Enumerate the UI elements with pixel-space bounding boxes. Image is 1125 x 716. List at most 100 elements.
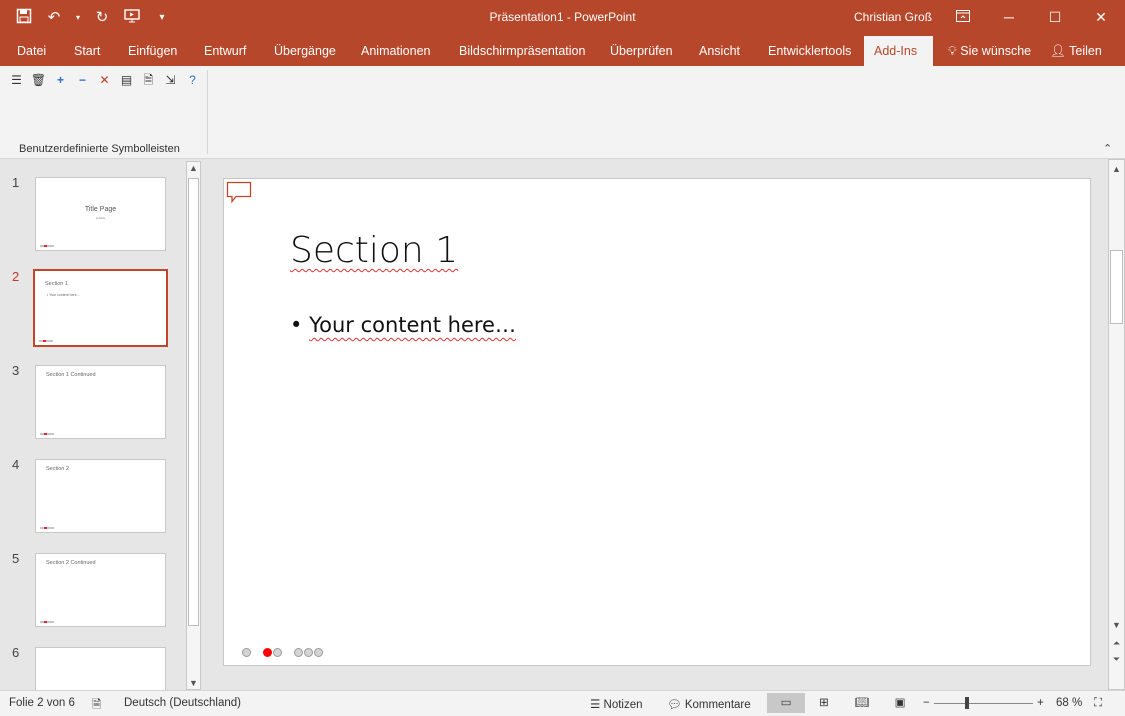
thumb-number: 1 — [12, 175, 20, 190]
tab-datei[interactable]: Datei — [7, 36, 56, 66]
spellcheck-icon[interactable]: 🗎︎ — [92, 697, 101, 716]
user-name[interactable]: Christian Groß — [854, 10, 932, 24]
toolbar-icon[interactable]: ☰ — [8, 72, 25, 89]
normal-view-icon[interactable]: ▭ — [767, 693, 805, 713]
current-slide[interactable]: Section 1 • Your content here… — [223, 178, 1091, 666]
slide-title[interactable]: Section 1 — [290, 230, 458, 271]
thumb-nav-dots — [40, 527, 54, 529]
slide-sorter-icon[interactable]: ⊞ — [812, 693, 836, 713]
bullet-text: Your content here… — [309, 313, 516, 337]
help-pointer-icon[interactable]: ? — [184, 72, 201, 89]
tab-uebergaenge[interactable]: Übergänge — [264, 36, 346, 66]
notes-icon: ☰ — [590, 699, 601, 711]
scroll-up-icon[interactable]: ▲ — [1109, 164, 1124, 174]
slide-scrollbar[interactable]: ▲ ▼ ⏶ ⏷ — [1108, 159, 1125, 690]
thumbnails-scrollbar[interactable]: ▲ ▼ — [186, 161, 201, 690]
thumb-nav-dots — [40, 621, 54, 623]
notes-label: Notizen — [603, 699, 643, 711]
minimize-icon[interactable]: ─ — [996, 6, 1022, 28]
delete-row-icon[interactable]: ✕ — [96, 72, 113, 89]
nav-dot-active[interactable] — [263, 648, 272, 657]
reading-view-icon[interactable]: 📖︎ — [850, 693, 874, 713]
slide-thumbnails-pane: 1 Title Page subtitle 2 Section 1 • Your… — [0, 159, 205, 690]
lightbulb-icon: 💡︎ — [948, 44, 957, 58]
thumb-nav-dots — [39, 340, 53, 342]
zoom-in-icon[interactable]: + — [1037, 697, 1044, 709]
zoom-slider[interactable] — [934, 703, 1033, 704]
nav-dot[interactable] — [314, 648, 323, 657]
tab-einfuegen[interactable]: Einfügen — [118, 36, 187, 66]
comments-button[interactable]: 💬︎ Kommentare — [667, 697, 751, 711]
slide-thumbnail-4[interactable]: Section 2 — [35, 459, 166, 533]
tab-bildschirmpraesentation[interactable]: Bildschirmpräsentation — [449, 36, 595, 66]
add-icon[interactable]: + — [52, 72, 69, 89]
slide-editor: Section 1 • Your content here… — [207, 159, 1108, 690]
thumb-bullet: • Your content here... — [47, 293, 80, 297]
bullet-marker: • — [290, 313, 310, 337]
thumb-number: 5 — [12, 551, 20, 566]
thumb-nav-dots — [40, 245, 54, 247]
status-bar: Folie 2 von 6 🗎︎ Deutsch (Deutschland) ☰… — [0, 690, 1125, 716]
tab-animationen[interactable]: Animationen — [351, 36, 441, 66]
tab-entwicklertools[interactable]: Entwicklertools — [758, 36, 861, 66]
close-icon[interactable]: ✕ — [1088, 6, 1114, 28]
new-document-icon[interactable]: 🗎︎ — [140, 72, 157, 89]
maximize-icon[interactable]: ☐ — [1042, 6, 1068, 28]
nav-dot[interactable] — [242, 648, 251, 657]
zoom-out-icon[interactable]: − — [923, 697, 930, 709]
tab-add-ins[interactable]: Add-Ins — [864, 36, 933, 66]
ribbon-display-options-icon[interactable] — [950, 6, 976, 28]
comment-icon[interactable] — [226, 180, 252, 206]
slide-thumbnail-3[interactable]: Section 1 Continued — [35, 365, 166, 439]
previous-slide-icon[interactable]: ⏶ — [1109, 638, 1124, 649]
thumb-title: Section 2 Continued — [46, 560, 96, 566]
tab-entwurf[interactable]: Entwurf — [194, 36, 256, 66]
tell-me-text: Sie wünsche — [960, 44, 1032, 58]
language-indicator[interactable]: Deutsch (Deutschland) — [124, 697, 241, 709]
slide-thumbnail-2[interactable]: Section 1 • Your content here... — [33, 269, 168, 347]
notes-button[interactable]: ☰ Notizen — [590, 697, 643, 711]
zoom-level[interactable]: 68 % — [1056, 697, 1082, 709]
scroll-down-icon[interactable]: ▼ — [187, 678, 200, 688]
nav-dot[interactable] — [304, 648, 313, 657]
collapse-ribbon-icon[interactable]: ⌃ — [1103, 142, 1112, 155]
slideshow-view-icon[interactable]: ▣ — [888, 693, 912, 713]
export-icon[interactable]: ⇲ — [162, 72, 179, 89]
slide-thumbnail-6[interactable] — [35, 647, 166, 690]
delete-icon[interactable]: 🗑︎ — [30, 72, 47, 89]
tell-me-box[interactable]: 💡︎ Sie wünsche — [938, 36, 1041, 66]
thumb-title: Section 2 — [46, 466, 69, 472]
share-label: Teilen — [1069, 44, 1102, 58]
remove-icon[interactable]: − — [74, 72, 91, 89]
slide-thumbnail-1[interactable]: Title Page subtitle — [35, 177, 166, 251]
share-button[interactable]: 👤︎ Teilen — [1040, 36, 1112, 66]
thumb-title: Section 1 Continued — [46, 372, 96, 378]
section-navigation-dots — [242, 648, 324, 657]
tab-ansicht[interactable]: Ansicht — [689, 36, 750, 66]
ribbon-tabs: Datei Start Einfügen Entwurf Übergänge A… — [0, 36, 1125, 66]
comments-label: Kommentare — [684, 699, 751, 711]
scroll-down-icon[interactable]: ▼ — [1109, 620, 1124, 630]
scrollbar-thumb[interactable] — [188, 178, 199, 626]
scrollbar-thumb[interactable] — [1110, 250, 1123, 324]
tab-ueberpruefen[interactable]: Überprüfen — [600, 36, 683, 66]
tab-start[interactable]: Start — [64, 36, 110, 66]
ribbon-separator — [207, 70, 208, 154]
custom-toolbar-icons: ☰ 🗑︎ + − ✕ ▤ 🗎︎ ⇲ ? — [8, 72, 201, 89]
scroll-up-icon[interactable]: ▲ — [187, 163, 200, 173]
thumb-number: 6 — [12, 645, 20, 660]
thumb-title: Section 1 — [45, 281, 68, 287]
nav-dot[interactable] — [273, 648, 282, 657]
thumb-number: 2 — [12, 269, 20, 284]
thumb-number: 3 — [12, 363, 20, 378]
zoom-slider-handle[interactable] — [965, 697, 969, 709]
fit-to-window-icon[interactable]: ⛶ — [1094, 697, 1102, 710]
slide-thumbnail-5[interactable]: Section 2 Continued — [35, 553, 166, 627]
comments-icon: 💬︎ — [667, 699, 682, 711]
insert-table-icon[interactable]: ▤ — [118, 72, 135, 89]
ribbon-group-label: Benutzerdefinierte Symbolleisten — [19, 143, 180, 155]
nav-dot[interactable] — [294, 648, 303, 657]
thumb-number: 4 — [12, 457, 20, 472]
next-slide-icon[interactable]: ⏷ — [1109, 654, 1124, 665]
slide-bullet[interactable]: • Your content here… — [290, 313, 516, 337]
